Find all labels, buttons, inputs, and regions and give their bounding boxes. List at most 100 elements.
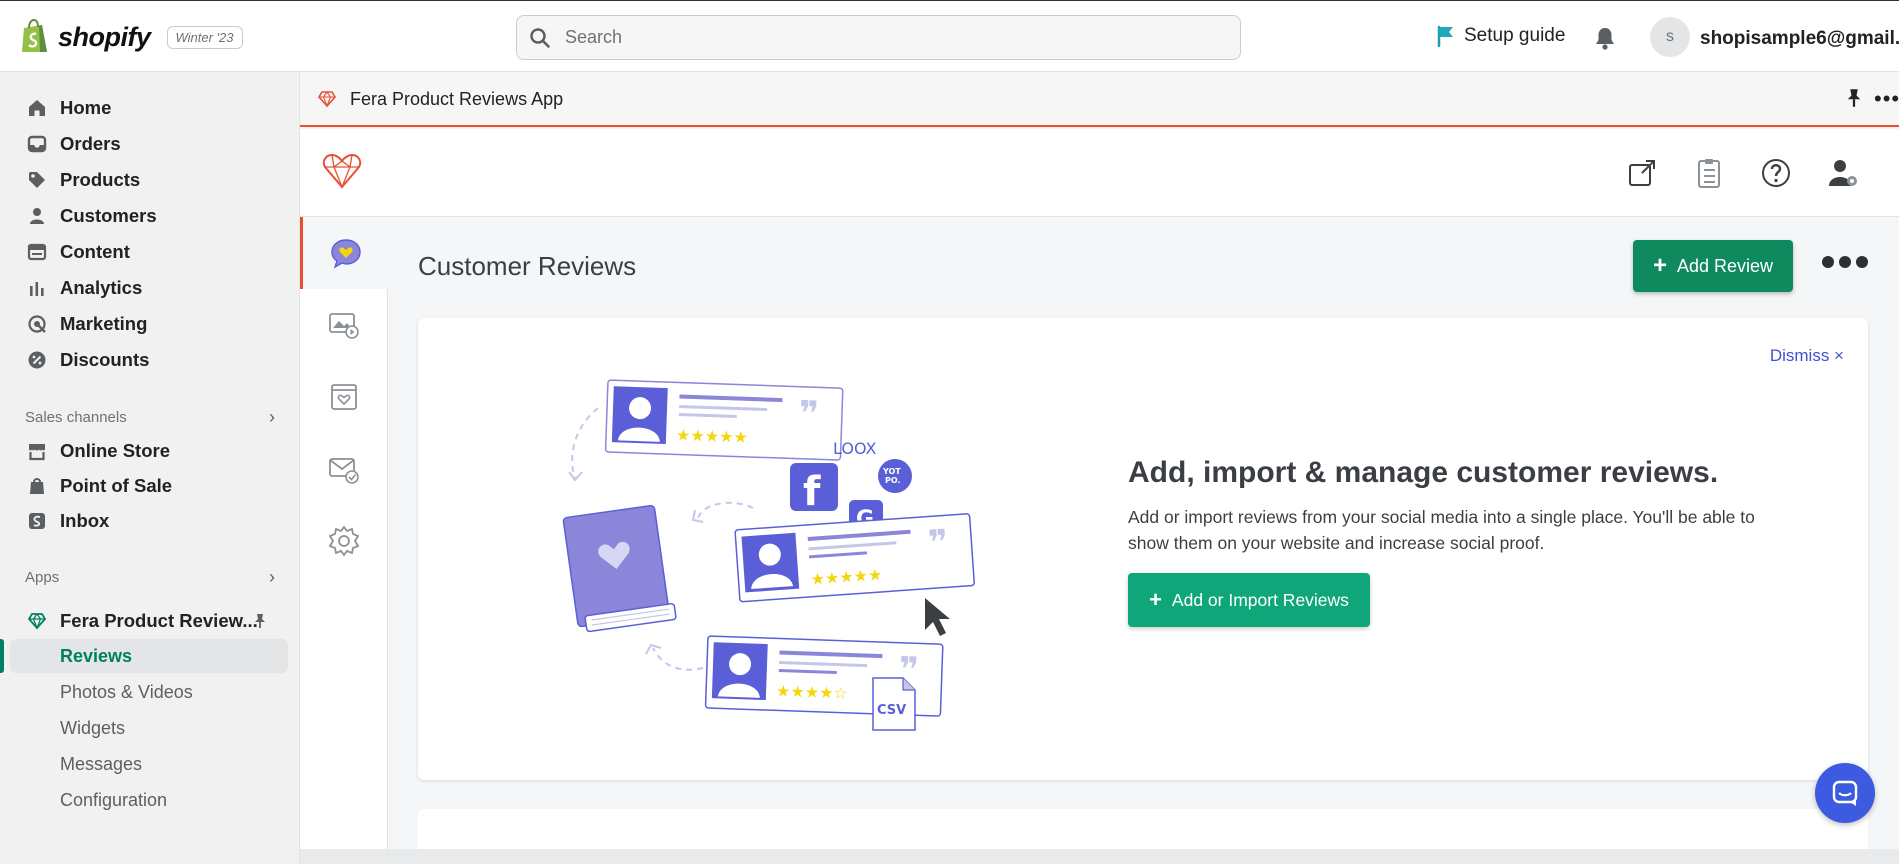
sidebar-subitem-photos-videos[interactable]: Photos & Videos — [10, 675, 288, 709]
chat-widget-button[interactable] — [1815, 763, 1875, 823]
more-actions-icon[interactable]: ••• — [1874, 86, 1899, 112]
sales-channels-header[interactable]: Sales channels › — [25, 407, 275, 428]
content-icon — [26, 241, 48, 263]
sidebar-item-label: Content — [60, 241, 130, 262]
sidebar-subitem-widgets[interactable]: Widgets — [10, 711, 288, 745]
import-reviews-card: Dismiss × ★★★★★ ❞ LOOX YOT PO. f G ★★★★★… — [418, 318, 1868, 780]
chevron-right-icon: › — [269, 567, 275, 587]
plus-icon: + — [1149, 587, 1162, 612]
sidebar-item-marketing[interactable]: Marketing — [10, 307, 288, 341]
search-input[interactable] — [565, 27, 1165, 48]
chevron-right-icon: › — [269, 407, 275, 427]
external-link-icon[interactable] — [1626, 157, 1658, 189]
sidebar-item-online-store[interactable]: Online Store — [10, 434, 288, 468]
person-icon — [26, 205, 48, 227]
sidebar-subitem-label: Configuration — [60, 789, 168, 810]
tag-icon — [26, 169, 48, 191]
add-review-button[interactable]: + Add Review — [1633, 240, 1793, 292]
sidebar-item-label: Online Store — [60, 440, 170, 461]
inbox-icon — [26, 510, 48, 532]
gear-icon — [328, 525, 360, 557]
search-bar[interactable] — [516, 15, 1241, 60]
pin-icon[interactable] — [252, 613, 268, 629]
sidebar-item-products[interactable]: Products — [10, 163, 288, 197]
sidebar-item-point-of-sale[interactable]: Point of Sale — [10, 469, 288, 503]
sidebar-subitem-label: Reviews — [60, 645, 133, 666]
sidebar-item-label: Point of Sale — [60, 475, 173, 496]
sidebar-subitem-reviews[interactable]: Reviews — [10, 639, 288, 673]
plus-icon: + — [1652, 252, 1667, 279]
search-icon — [530, 27, 550, 48]
svg-text:PO.: PO. — [885, 476, 901, 485]
svg-text:f: f — [803, 469, 821, 515]
sidebar-item-home[interactable]: Home — [10, 91, 288, 125]
discount-icon — [26, 349, 48, 371]
widget-icon — [331, 384, 357, 410]
dismiss-link[interactable]: Dismiss × — [1770, 346, 1844, 366]
app-frame: Customer Reviews + Add Review Dismiss × — [300, 129, 1899, 864]
flag-icon — [1437, 25, 1453, 47]
sidebar-subitem-label: Widgets — [60, 717, 126, 738]
app-toolbar — [300, 129, 1899, 217]
sidebar-item-content[interactable]: Content — [10, 235, 288, 269]
sidebar-subitem-label: Messages — [60, 753, 143, 774]
sidebar-item-label: Home — [60, 97, 112, 118]
add-review-label: Add Review — [1676, 255, 1774, 276]
bottom-strip — [300, 849, 1899, 864]
sidebar-item-inbox[interactable]: Inbox — [10, 504, 288, 538]
csv-label: CSV — [877, 703, 906, 718]
fera-heart-logo[interactable] — [322, 153, 362, 189]
add-or-import-reviews-button[interactable]: + Add or Import Reviews — [1128, 573, 1370, 627]
help-icon[interactable] — [1760, 157, 1792, 189]
pin-icon[interactable] — [1844, 88, 1864, 108]
apps-header[interactable]: Apps › — [25, 567, 275, 588]
home-icon — [26, 97, 48, 119]
sidebar-subitem-messages[interactable]: Messages — [10, 747, 288, 781]
sidebar-subitem-label: Photos & Videos — [60, 681, 193, 702]
apps-label: Apps — [25, 569, 60, 586]
sidebar-item-label: Customers — [60, 205, 157, 226]
account-name[interactable]: shopisample6@gmail.c... — [1700, 28, 1899, 50]
avatar[interactable]: s — [1650, 17, 1690, 57]
sidebar-item-label: Marketing — [60, 313, 148, 334]
svg-text:❞: ❞ — [927, 522, 950, 563]
rail-widgets[interactable] — [300, 361, 388, 433]
sidebar-item-fera-app[interactable]: Fera Product Review... — [10, 604, 288, 638]
user-settings-icon[interactable] — [1827, 157, 1859, 189]
sales-channels-label: Sales channels — [25, 409, 127, 426]
sidebar-item-label: Products — [60, 169, 141, 190]
sidebar-item-customers[interactable]: Customers — [10, 199, 288, 233]
setup-guide-label: Setup guide — [1464, 25, 1566, 46]
bar-chart-icon — [26, 277, 48, 299]
media-icon — [329, 313, 359, 339]
svg-text:YOT: YOT — [882, 467, 901, 476]
rail-configuration[interactable] — [300, 505, 388, 577]
mail-icon — [329, 458, 359, 484]
setup-guide-button[interactable]: Setup guide — [1436, 25, 1565, 47]
bell-icon[interactable] — [1592, 25, 1618, 51]
orders-icon — [26, 133, 48, 155]
rail-reviews[interactable] — [300, 217, 388, 289]
target-icon — [26, 313, 48, 335]
reviews-illustration: ★★★★★ ❞ LOOX YOT PO. f G ★★★★★ ❞ ★★★★☆ ❞… — [562, 379, 975, 731]
sidebar-item-orders[interactable]: Orders — [10, 127, 288, 161]
checklist-icon[interactable] — [1693, 157, 1725, 189]
more-options-icon[interactable] — [1822, 256, 1868, 268]
review-bubble-icon — [330, 239, 361, 269]
sidebar-item-analytics[interactable]: Analytics — [10, 271, 288, 305]
active-indicator — [0, 639, 4, 673]
fera-gem-icon — [26, 610, 48, 632]
sidebar-item-label: Inbox — [60, 510, 110, 531]
sidebar-item-discounts[interactable]: Discounts — [10, 343, 288, 377]
page-title: Customer Reviews — [418, 251, 637, 281]
card-description: Add or import reviews from your social m… — [1128, 507, 1755, 553]
shopify-logo[interactable]: shopify Winter '23 — [20, 19, 243, 55]
rail-messages[interactable] — [300, 433, 388, 505]
sidebar: Home Orders Products Customers Content A… — [0, 72, 300, 864]
rail-photos-videos[interactable] — [300, 289, 388, 361]
svg-text:★★★★☆: ★★★★☆ — [776, 681, 848, 702]
shopify-wordmark: shopify — [58, 21, 151, 52]
sidebar-subitem-configuration[interactable]: Configuration — [10, 783, 288, 817]
sidebar-item-label: Discounts — [60, 349, 150, 370]
fera-gem-icon — [318, 91, 336, 108]
